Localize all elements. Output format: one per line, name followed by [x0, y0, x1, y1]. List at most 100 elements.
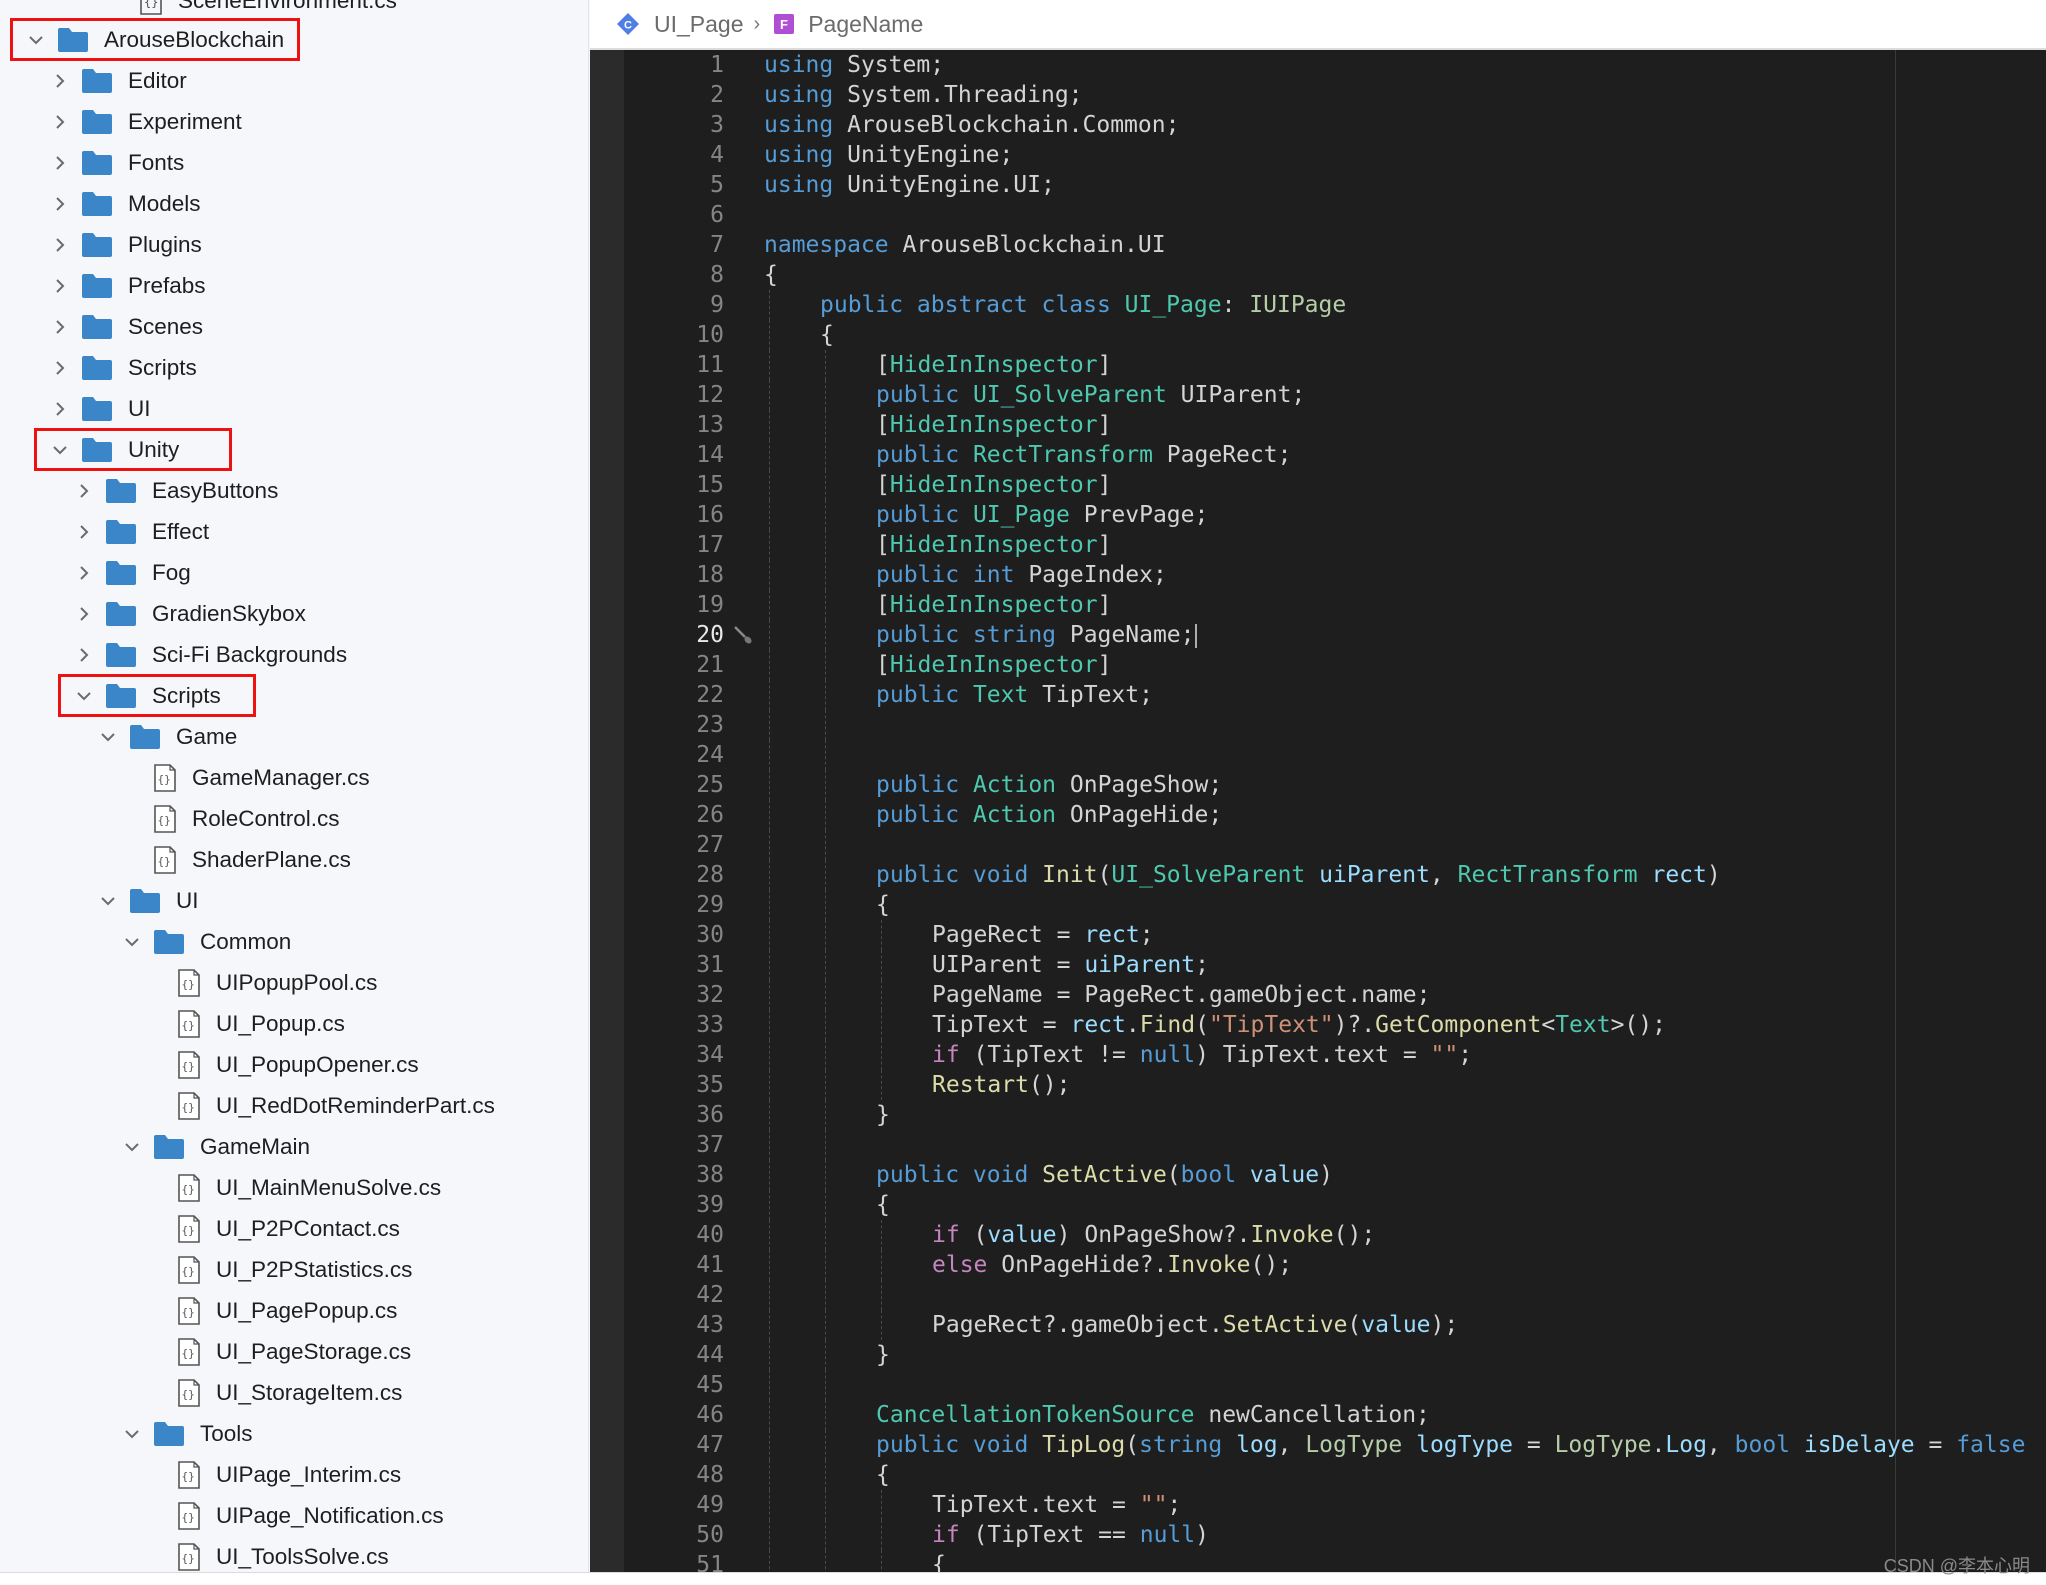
code-line[interactable]: 47 public void TipLog(string log, LogType… [624, 1430, 2046, 1460]
code-line[interactable]: 39 { [624, 1190, 2046, 1220]
code-line[interactable]: 20 public string PageName; [624, 620, 2046, 650]
chevron-right-icon[interactable] [48, 69, 72, 93]
code-line[interactable]: 49 TipText.text = ""; [624, 1490, 2046, 1520]
code-line[interactable]: 45 [624, 1370, 2046, 1400]
chevron-down-icon[interactable] [48, 438, 72, 462]
tree-folder[interactable]: UI [96, 880, 199, 921]
code-line[interactable]: 6 [624, 200, 2046, 230]
tree-file[interactable]: {} UI_P2PStatistics.cs [144, 1249, 412, 1290]
chevron-down-icon[interactable] [24, 28, 48, 52]
chevron-down-icon[interactable] [120, 930, 144, 954]
code-line[interactable]: 50 if (TipText == null) [624, 1520, 2046, 1550]
chevron-down-icon[interactable] [120, 1422, 144, 1446]
code-line[interactable]: 30 PageRect = rect; [624, 920, 2046, 950]
tree-folder[interactable]: ArouseBlockchain [24, 19, 284, 60]
tree-folder[interactable]: Scripts [72, 675, 221, 716]
code-line[interactable]: 42 [624, 1280, 2046, 1310]
code-line[interactable]: 48 { [624, 1460, 2046, 1490]
breadcrumb-class[interactable]: UI_Page [654, 11, 744, 38]
tree-file[interactable]: {} UIPage_Notification.cs [144, 1495, 444, 1536]
code-line[interactable]: 10 { [624, 320, 2046, 350]
chevron-down-icon[interactable] [96, 889, 120, 913]
code-line[interactable]: 17 [HideInInspector] [624, 530, 2046, 560]
code-line[interactable]: 22 public Text TipText; [624, 680, 2046, 710]
tree-folder[interactable]: Common [120, 921, 291, 962]
tree-file[interactable]: {} UI_P2PContact.cs [144, 1208, 400, 1249]
code-line[interactable]: 11 [HideInInspector] [624, 350, 2046, 380]
quick-fix-icon[interactable] [732, 624, 754, 646]
code-line[interactable]: 9 public abstract class UI_Page: IUIPage [624, 290, 2046, 320]
tree-folder[interactable]: EasyButtons [72, 470, 278, 511]
chevron-right-icon[interactable] [72, 520, 96, 544]
tree-file[interactable]: {} UI_PageStorage.cs [144, 1331, 411, 1372]
chevron-down-icon[interactable] [120, 1135, 144, 1159]
code-line[interactable]: 32 PageName = PageRect.gameObject.name; [624, 980, 2046, 1010]
code-line[interactable]: 18 public int PageIndex; [624, 560, 2046, 590]
code-line[interactable]: 5 using UnityEngine.UI; [624, 170, 2046, 200]
tree-file[interactable]: {} UI_ToolsSolve.cs [144, 1536, 389, 1572]
tree-folder[interactable]: Fonts [48, 142, 184, 183]
tree-folder[interactable]: Scenes [48, 306, 203, 347]
tree-folder[interactable]: Effect [72, 511, 209, 552]
tree-folder[interactable]: Experiment [48, 101, 242, 142]
code-line[interactable]: 21 [HideInInspector] [624, 650, 2046, 680]
chevron-right-icon[interactable] [48, 233, 72, 257]
chevron-right-icon[interactable] [48, 110, 72, 134]
code-line[interactable]: 36} [624, 1100, 2046, 1130]
code-line[interactable]: 28 public void Init(UI_SolveParent uiPare… [624, 860, 2046, 890]
code-line[interactable]: 51 { [624, 1550, 2046, 1572]
code-line[interactable]: 19 [HideInInspector] [624, 590, 2046, 620]
code-line[interactable]: 46 CancellationTokenSource newCancellatio… [624, 1400, 2046, 1430]
code-line[interactable]: 24 [624, 740, 2046, 770]
code-line[interactable]: 15 [HideInInspector] [624, 470, 2046, 500]
tree-file[interactable]: {} GameManager.cs [120, 757, 370, 798]
chevron-right-icon[interactable] [48, 192, 72, 216]
tree-file[interactable]: {} UI_MainMenuSolve.cs [144, 1167, 441, 1208]
tree-file[interactable]: {} UI_StorageItem.cs [144, 1372, 402, 1413]
tree-file[interactable]: {} UI_Popup.cs [144, 1003, 345, 1044]
code-line[interactable]: 40 if (value) OnPageShow?.Invoke(); [624, 1220, 2046, 1250]
tree-folder[interactable]: Fog [72, 552, 191, 593]
chevron-down-icon[interactable] [96, 725, 120, 749]
code-line[interactable]: 23 [624, 710, 2046, 740]
tree-folder[interactable]: Editor [48, 60, 187, 101]
tree-folder[interactable]: Tools [120, 1413, 253, 1454]
code-line[interactable]: 13 [HideInInspector] [624, 410, 2046, 440]
tree-file[interactable]: {} RoleControl.cs [120, 798, 340, 839]
code-line[interactable]: 31 UIParent = uiParent; [624, 950, 2046, 980]
code-line[interactable]: 14 public RectTransform PageRect; [624, 440, 2046, 470]
code-line[interactable]: 44} [624, 1340, 2046, 1370]
tree-file[interactable]: {} UIPopupPool.cs [144, 962, 377, 1003]
chevron-right-icon[interactable] [48, 151, 72, 175]
tree-folder[interactable]: GradienSkybox [72, 593, 306, 634]
code-line[interactable]: 34 if (TipText != null) TipText.text = ""… [624, 1040, 2046, 1070]
tree-file[interactable]: {} UI_PopupOpener.cs [144, 1044, 419, 1085]
code-line[interactable]: 2 using System.Threading; [624, 80, 2046, 110]
code-line[interactable]: 12 public UI_SolveParent UIParent; [624, 380, 2046, 410]
code-line[interactable]: 33 TipText = rect.Find("TipText")?.GetCom… [624, 1010, 2046, 1040]
chevron-right-icon[interactable] [72, 561, 96, 585]
tree-item-partial[interactable]: {} SceneEnvironment.cs [0, 0, 397, 21]
code-line[interactable]: 4 using UnityEngine; [624, 140, 2046, 170]
tree-folder[interactable]: GameMain [120, 1126, 310, 1167]
chevron-down-icon[interactable] [72, 684, 96, 708]
code-editor[interactable]: 1 using System; 2 using System.Threading; 3 u… [590, 50, 2046, 1572]
tree-folder[interactable]: Models [48, 183, 201, 224]
chevron-right-icon[interactable] [72, 602, 96, 626]
code-line[interactable]: 27 [624, 830, 2046, 860]
tree-file[interactable]: {} ShaderPlane.cs [120, 839, 351, 880]
code-line[interactable]: 25 public Action OnPageShow; [624, 770, 2046, 800]
tree-folder[interactable]: Prefabs [48, 265, 206, 306]
tree-folder[interactable]: Unity [48, 429, 179, 470]
chevron-right-icon[interactable] [48, 356, 72, 380]
chevron-right-icon[interactable] [48, 397, 72, 421]
code-line[interactable]: 43 PageRect?.gameObject.SetActive(value); [624, 1310, 2046, 1340]
code-line[interactable]: 29 { [624, 890, 2046, 920]
code-line[interactable]: 26 public Action OnPageHide; [624, 800, 2046, 830]
code-line[interactable]: 37 [624, 1130, 2046, 1160]
chevron-right-icon[interactable] [72, 643, 96, 667]
code-line[interactable]: 7 namespace ArouseBlockchain.UI [624, 230, 2046, 260]
chevron-right-icon[interactable] [48, 315, 72, 339]
tree-folder[interactable]: Game [96, 716, 237, 757]
chevron-right-icon[interactable] [48, 274, 72, 298]
